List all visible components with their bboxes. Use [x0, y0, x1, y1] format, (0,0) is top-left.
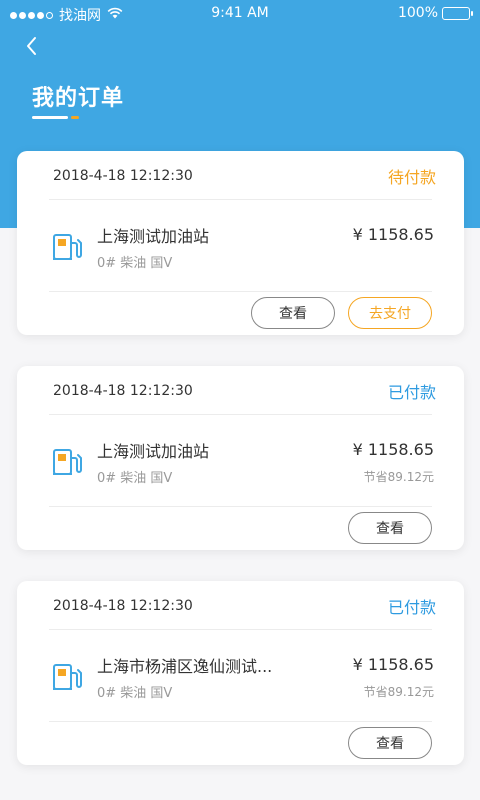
divider — [49, 414, 432, 415]
fuel-info: 0# 柴油 国V — [97, 686, 173, 701]
station-name: 上海测试加油站 — [97, 227, 210, 246]
order-price: ¥ 1158.65 — [352, 225, 434, 244]
order-price: ¥ 1158.65 — [352, 655, 434, 674]
divider — [49, 291, 432, 292]
divider — [49, 721, 432, 722]
order-time: 2018-4-18 12:12:30 — [53, 383, 193, 399]
order-header: 2018-4-18 12:12:30 待付款 — [17, 151, 464, 199]
order-status: 已付款 — [387, 383, 436, 402]
battery-icon — [442, 6, 473, 20]
status-right: 100% — [397, 5, 473, 21]
order-price: ¥ 1158.65 — [352, 440, 434, 459]
page-title: 我的订单 — [32, 86, 125, 111]
divider — [49, 199, 432, 200]
fuel-info: 0# 柴油 国V — [97, 471, 173, 486]
order-card-paid[interactable]: 2018-4-18 12:12:30 已付款 上海测试加油站 0# 柴油 国V … — [17, 366, 464, 550]
order-time: 2018-4-18 12:12:30 — [53, 168, 193, 184]
status-bar: 找油网 9:41 AM 100% — [0, 0, 480, 28]
order-card-pending[interactable]: 2018-4-18 12:12:30 待付款 上海测试加油站 0# 柴油 国V … — [17, 151, 464, 335]
chevron-left-icon — [27, 37, 36, 55]
saving-amount: 节省89.12元 — [363, 470, 434, 484]
fuel-info: 0# 柴油 国V — [97, 256, 173, 271]
view-button[interactable]: 查看 — [348, 727, 432, 759]
gas-station-icon — [51, 444, 87, 480]
gas-station-icon — [51, 229, 87, 265]
station-name: 上海市杨浦区逸仙测试... — [97, 657, 273, 676]
pay-button[interactable]: 去支付 — [348, 297, 432, 329]
order-status: 待付款 — [387, 168, 436, 187]
order-card-paid[interactable]: 2018-4-18 12:12:30 已付款 上海市杨浦区逸仙测试... 0# … — [17, 581, 464, 765]
order-time: 2018-4-18 12:12:30 — [53, 598, 193, 614]
divider — [49, 629, 432, 630]
order-header: 2018-4-18 12:12:30 已付款 — [17, 581, 464, 629]
title-underline — [32, 116, 79, 119]
view-button[interactable]: 查看 — [348, 512, 432, 544]
saving-amount: 节省89.12元 — [363, 685, 434, 699]
station-name: 上海测试加油站 — [97, 442, 210, 461]
view-button[interactable]: 查看 — [251, 297, 335, 329]
divider — [49, 506, 432, 507]
back-button[interactable] — [22, 34, 42, 58]
order-status: 已付款 — [387, 598, 436, 617]
gas-station-icon — [51, 659, 87, 695]
order-header: 2018-4-18 12:12:30 已付款 — [17, 366, 464, 414]
battery-percent: 100% — [397, 5, 438, 21]
